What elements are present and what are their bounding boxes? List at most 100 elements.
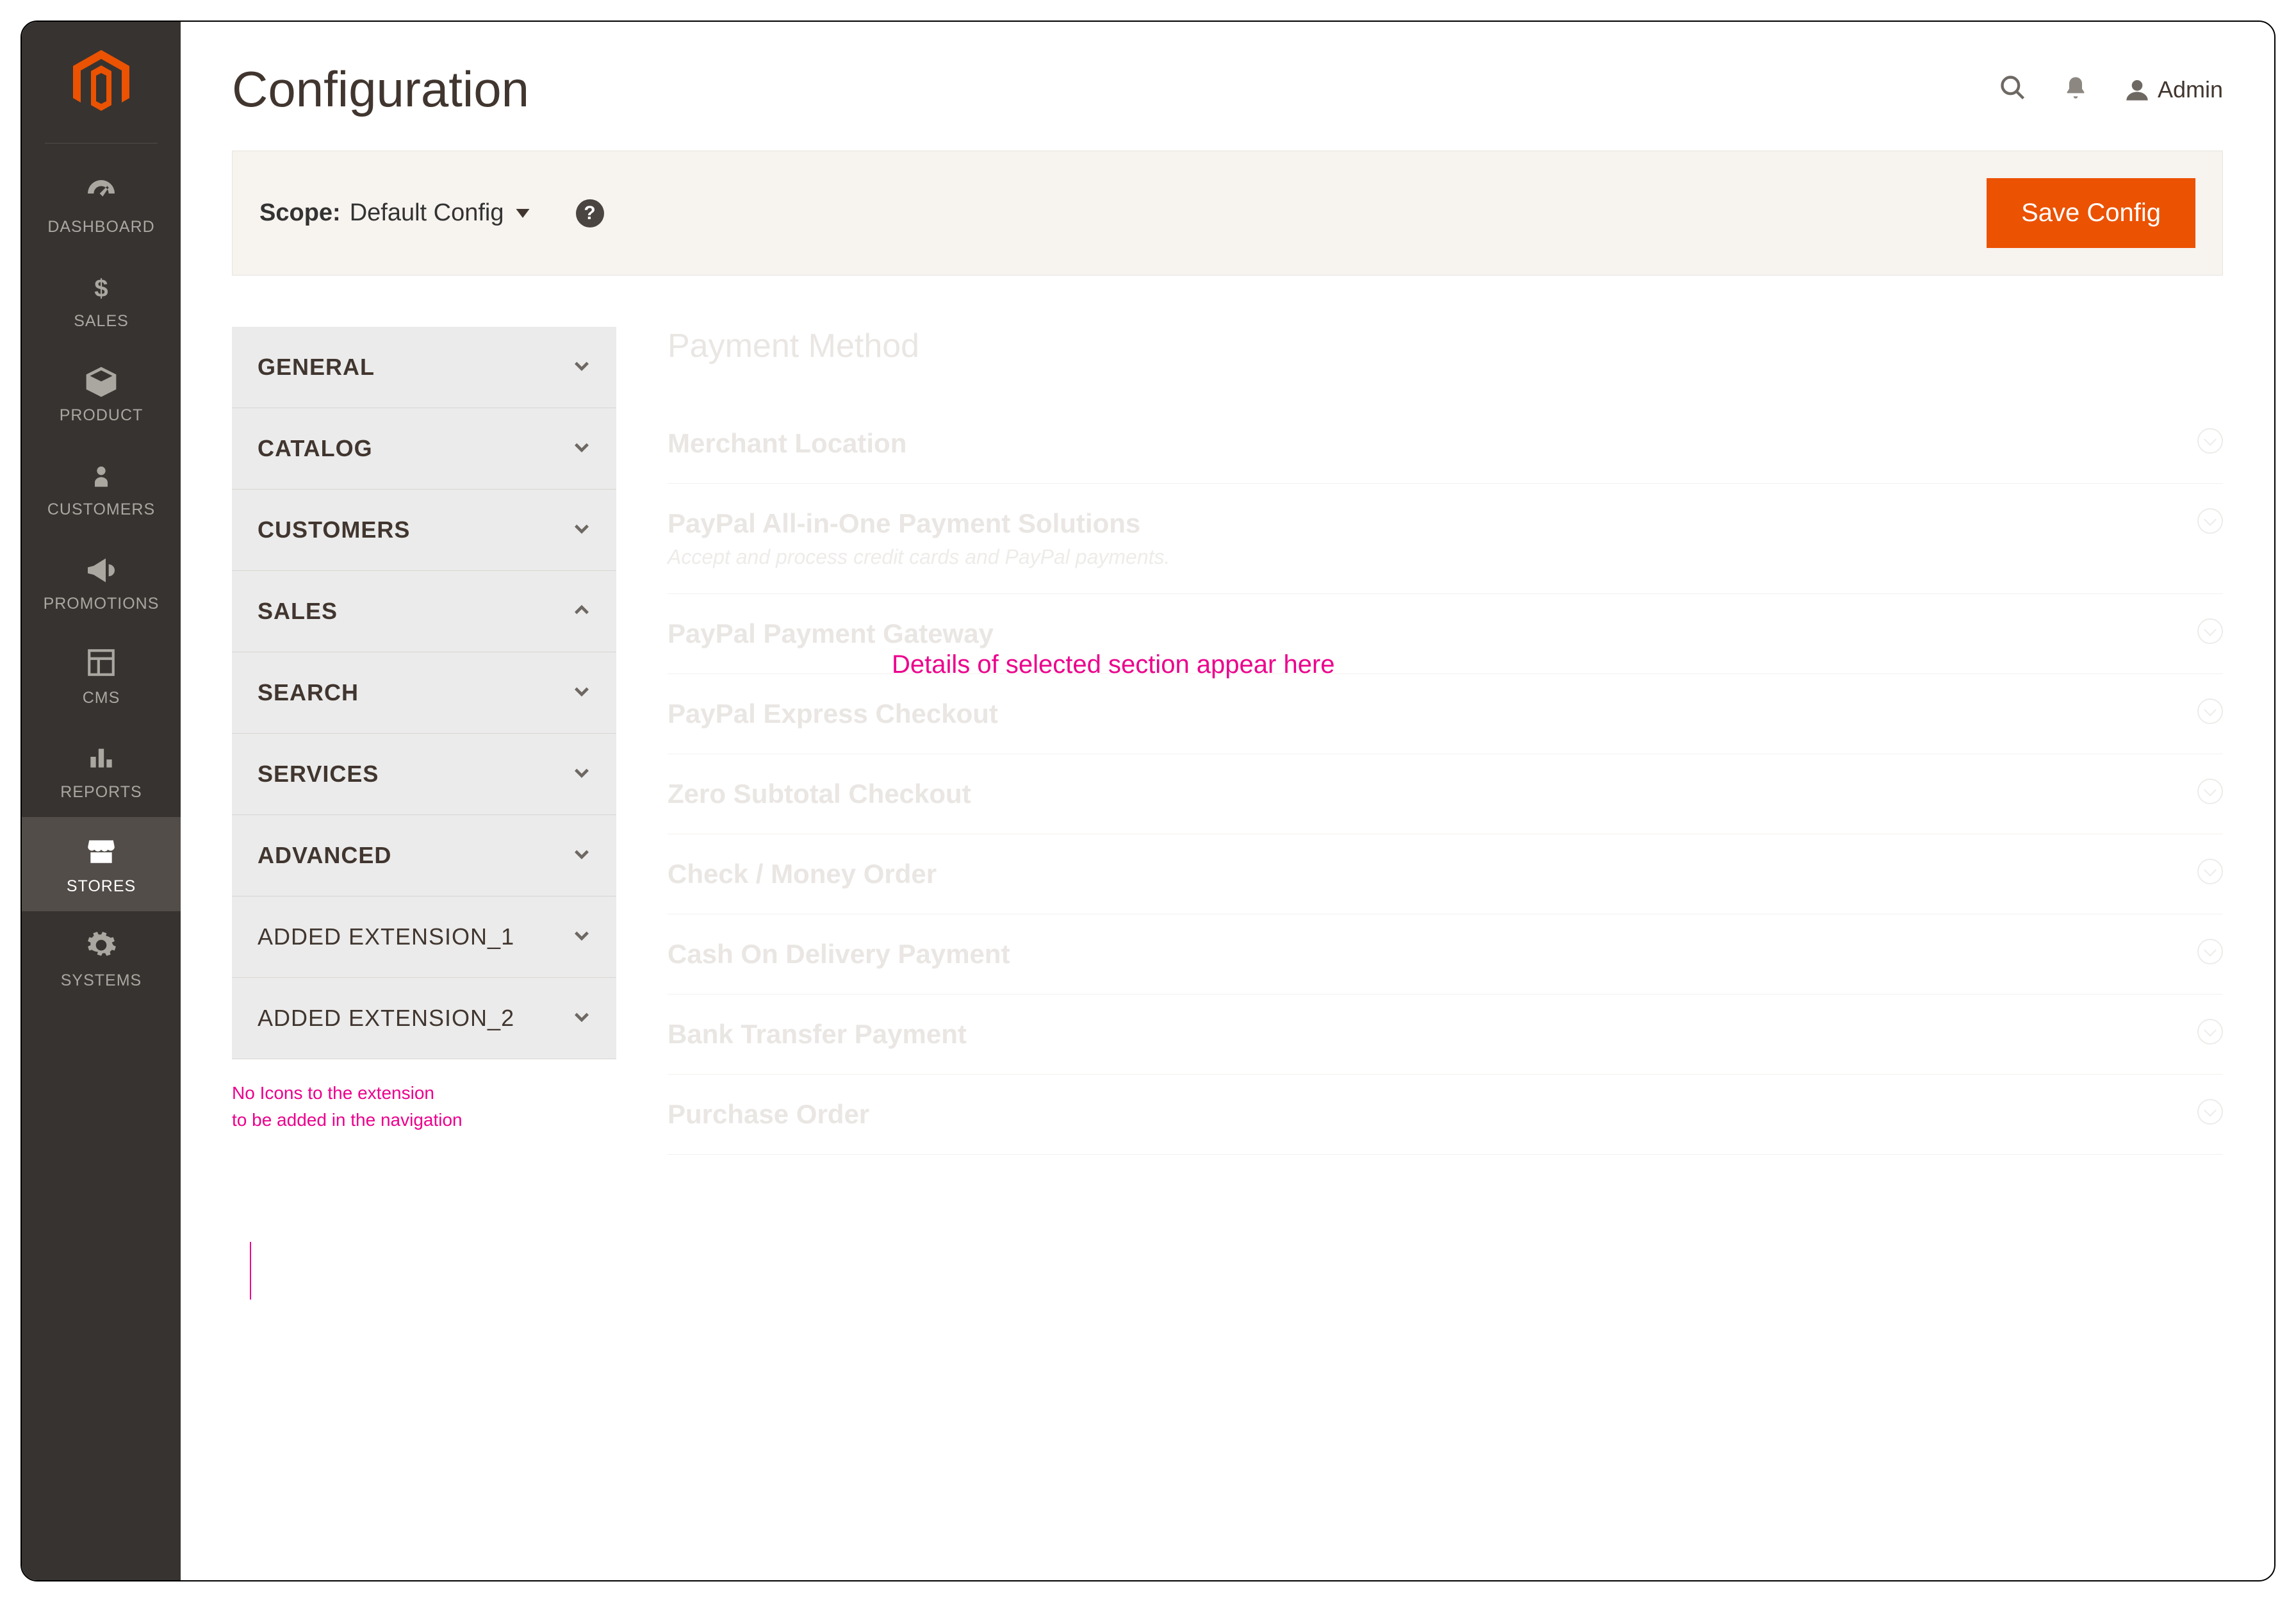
- config-section-row[interactable]: PayPal All-in-One Payment SolutionsAccep…: [668, 484, 2223, 594]
- config-section-row[interactable]: Purchase Order: [668, 1075, 2223, 1155]
- save-config-button[interactable]: Save Config: [1987, 178, 2195, 248]
- storefront-icon: [26, 835, 177, 871]
- caret-down-icon: [516, 209, 530, 218]
- config-tab-label: ADDED EXTENSION_2: [258, 1005, 573, 1032]
- config-nav: GENERAL CATALOG CUSTOMERS SALES SEARCH SERVIC…: [232, 327, 616, 1059]
- account-label: Admin: [2158, 76, 2223, 103]
- config-tab-sales[interactable]: SALES: [232, 571, 616, 652]
- chevron-down-icon: [573, 438, 591, 459]
- chevron-up-icon: [573, 601, 591, 622]
- config-section-row[interactable]: Cash On Delivery Payment: [668, 914, 2223, 995]
- section-row-title: Cash On Delivery Payment: [668, 939, 2197, 970]
- section-row-title: Check / Money Order: [668, 859, 2197, 889]
- main-content: Configuration Admin Scope: Default Confi…: [181, 22, 2274, 1580]
- sidebar-item-sales[interactable]: $ SALES: [22, 252, 181, 346]
- help-icon[interactable]: ?: [576, 199, 604, 227]
- config-tab-services[interactable]: SERVICES: [232, 734, 616, 815]
- config-section-row[interactable]: Bank Transfer Payment: [668, 995, 2223, 1075]
- expand-icon: [2197, 859, 2223, 884]
- sidebar-item-label: REPORTS: [26, 783, 177, 802]
- chevron-down-icon: [573, 927, 591, 948]
- config-tab-search[interactable]: SEARCH: [232, 652, 616, 734]
- sidebar-item-promotions[interactable]: PROMOTIONS: [22, 534, 181, 629]
- expand-icon: [2197, 1019, 2223, 1045]
- sidebar-item-label: STORES: [26, 877, 177, 896]
- config-tab-label: ADVANCED: [258, 842, 573, 869]
- page-header: Configuration Admin: [181, 22, 2274, 144]
- sidebar-item-label: DASHBOARD: [26, 218, 177, 236]
- sidebar-item-label: PRODUCT: [26, 406, 177, 425]
- chevron-down-icon: [573, 357, 591, 378]
- chevron-down-icon: [573, 520, 591, 541]
- expand-icon: [2197, 939, 2223, 964]
- section-title: Payment Method: [668, 327, 2223, 365]
- scope-toolbar: Scope: Default Config ? Save Config: [232, 151, 2223, 276]
- sidebar-item-stores[interactable]: STORES: [22, 817, 181, 911]
- scope-selector[interactable]: Default Config: [341, 199, 530, 227]
- section-row-title: Bank Transfer Payment: [668, 1019, 2197, 1050]
- sidebar-item-label: CMS: [26, 689, 177, 707]
- expand-icon: [2197, 618, 2223, 644]
- sidebar-item-label: CUSTOMERS: [26, 500, 177, 519]
- expand-icon: [2197, 428, 2223, 454]
- user-icon: [2124, 77, 2150, 103]
- section-row-title: Purchase Order: [668, 1099, 2197, 1130]
- sidebar-item-product[interactable]: PRODUCT: [22, 346, 181, 440]
- config-tab-label: SEARCH: [258, 679, 573, 706]
- config-tab-label: GENERAL: [258, 354, 573, 381]
- config-tab-catalog[interactable]: CATALOG: [232, 408, 616, 490]
- chevron-down-icon: [573, 845, 591, 866]
- scope-label: Scope:: [259, 199, 341, 227]
- config-tab-customers[interactable]: CUSTOMERS: [232, 490, 616, 571]
- account-menu[interactable]: Admin: [2124, 76, 2223, 103]
- section-row-title: PayPal All-in-One Payment Solutions: [668, 508, 2197, 539]
- chevron-down-icon: [573, 1008, 591, 1029]
- config-detail: Payment Method Merchant Location PayPal A…: [616, 327, 2223, 1580]
- section-row-title: PayPal Payment Gateway: [668, 618, 2197, 649]
- sidebar-item-reports[interactable]: REPORTS: [22, 723, 181, 817]
- section-row-title: PayPal Express Checkout: [668, 698, 2197, 729]
- config-section-row[interactable]: Check / Money Order: [668, 834, 2223, 914]
- magento-logo: [22, 22, 181, 143]
- config-section-row[interactable]: Merchant Location: [668, 404, 2223, 484]
- config-tab-general[interactable]: GENERAL: [232, 327, 616, 408]
- annotation-nav-note: No Icons to the extension to be added in…: [232, 1080, 616, 1134]
- dashboard-icon: [26, 176, 177, 211]
- config-tab-label: CUSTOMERS: [258, 516, 573, 543]
- annotation-text: No Icons to the extension: [232, 1080, 616, 1107]
- bell-icon[interactable]: [2063, 74, 2088, 105]
- config-tab-label: SALES: [258, 598, 573, 625]
- config-tab-added-extension-1[interactable]: ADDED EXTENSION_1: [232, 896, 616, 978]
- section-row-title: Zero Subtotal Checkout: [668, 779, 2197, 809]
- admin-sidebar: DASHBOARD $ SALES PRODUCT CUSTOMERS PROMOTION…: [22, 22, 181, 1580]
- sidebar-item-dashboard[interactable]: DASHBOARD: [22, 158, 181, 252]
- megaphone-icon: [26, 552, 177, 588]
- sidebar-item-systems[interactable]: SYSTEMS: [22, 911, 181, 1005]
- dollar-icon: $: [26, 270, 177, 306]
- sidebar-item-customers[interactable]: CUSTOMERS: [22, 440, 181, 534]
- config-tab-label: SERVICES: [258, 761, 573, 788]
- scope-value: Default Config: [350, 199, 504, 227]
- config-section-row[interactable]: PayPal Express Checkout: [668, 674, 2223, 754]
- config-tab-added-extension-2[interactable]: ADDED EXTENSION_2: [232, 978, 616, 1059]
- expand-icon: [2197, 779, 2223, 804]
- annotation-overlay: Details of selected section appear here: [892, 650, 1335, 679]
- expand-icon: [2197, 698, 2223, 724]
- gear-icon: [26, 929, 177, 965]
- box-icon: [26, 364, 177, 400]
- sidebar-item-label: PROMOTIONS: [26, 595, 177, 613]
- divider: [45, 143, 158, 144]
- config-tab-advanced[interactable]: ADVANCED: [232, 815, 616, 896]
- config-tab-label: CATALOG: [258, 435, 573, 462]
- sidebar-item-label: SALES: [26, 312, 177, 331]
- sidebar-item-cms[interactable]: CMS: [22, 629, 181, 723]
- person-icon: [26, 458, 177, 494]
- section-row-title: Merchant Location: [668, 428, 2197, 459]
- svg-text:$: $: [94, 275, 108, 302]
- search-icon[interactable]: [1999, 74, 2027, 105]
- annotation-text: to be added in the navigation: [232, 1107, 616, 1134]
- config-section-row[interactable]: Zero Subtotal Checkout: [668, 754, 2223, 834]
- page-title: Configuration: [232, 60, 1999, 119]
- expand-icon: [2197, 1099, 2223, 1125]
- chevron-down-icon: [573, 764, 591, 785]
